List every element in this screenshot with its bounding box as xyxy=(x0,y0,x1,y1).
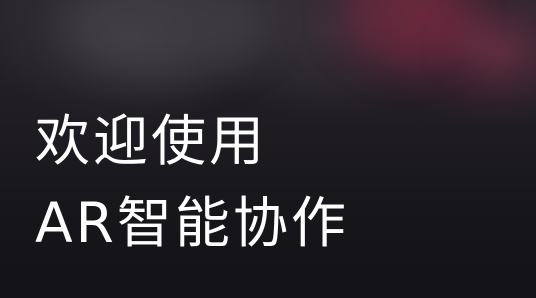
welcome-screen: 欢迎使用 AR智能协作 xyxy=(0,0,536,298)
welcome-title-line2: AR智能协作 xyxy=(35,191,349,255)
background-blur xyxy=(60,0,270,80)
background-glow xyxy=(340,0,470,70)
welcome-headline: 欢迎使用 AR智能协作 xyxy=(35,100,349,264)
background-glow-small xyxy=(455,20,525,70)
welcome-title-line1: 欢迎使用 xyxy=(35,109,268,173)
